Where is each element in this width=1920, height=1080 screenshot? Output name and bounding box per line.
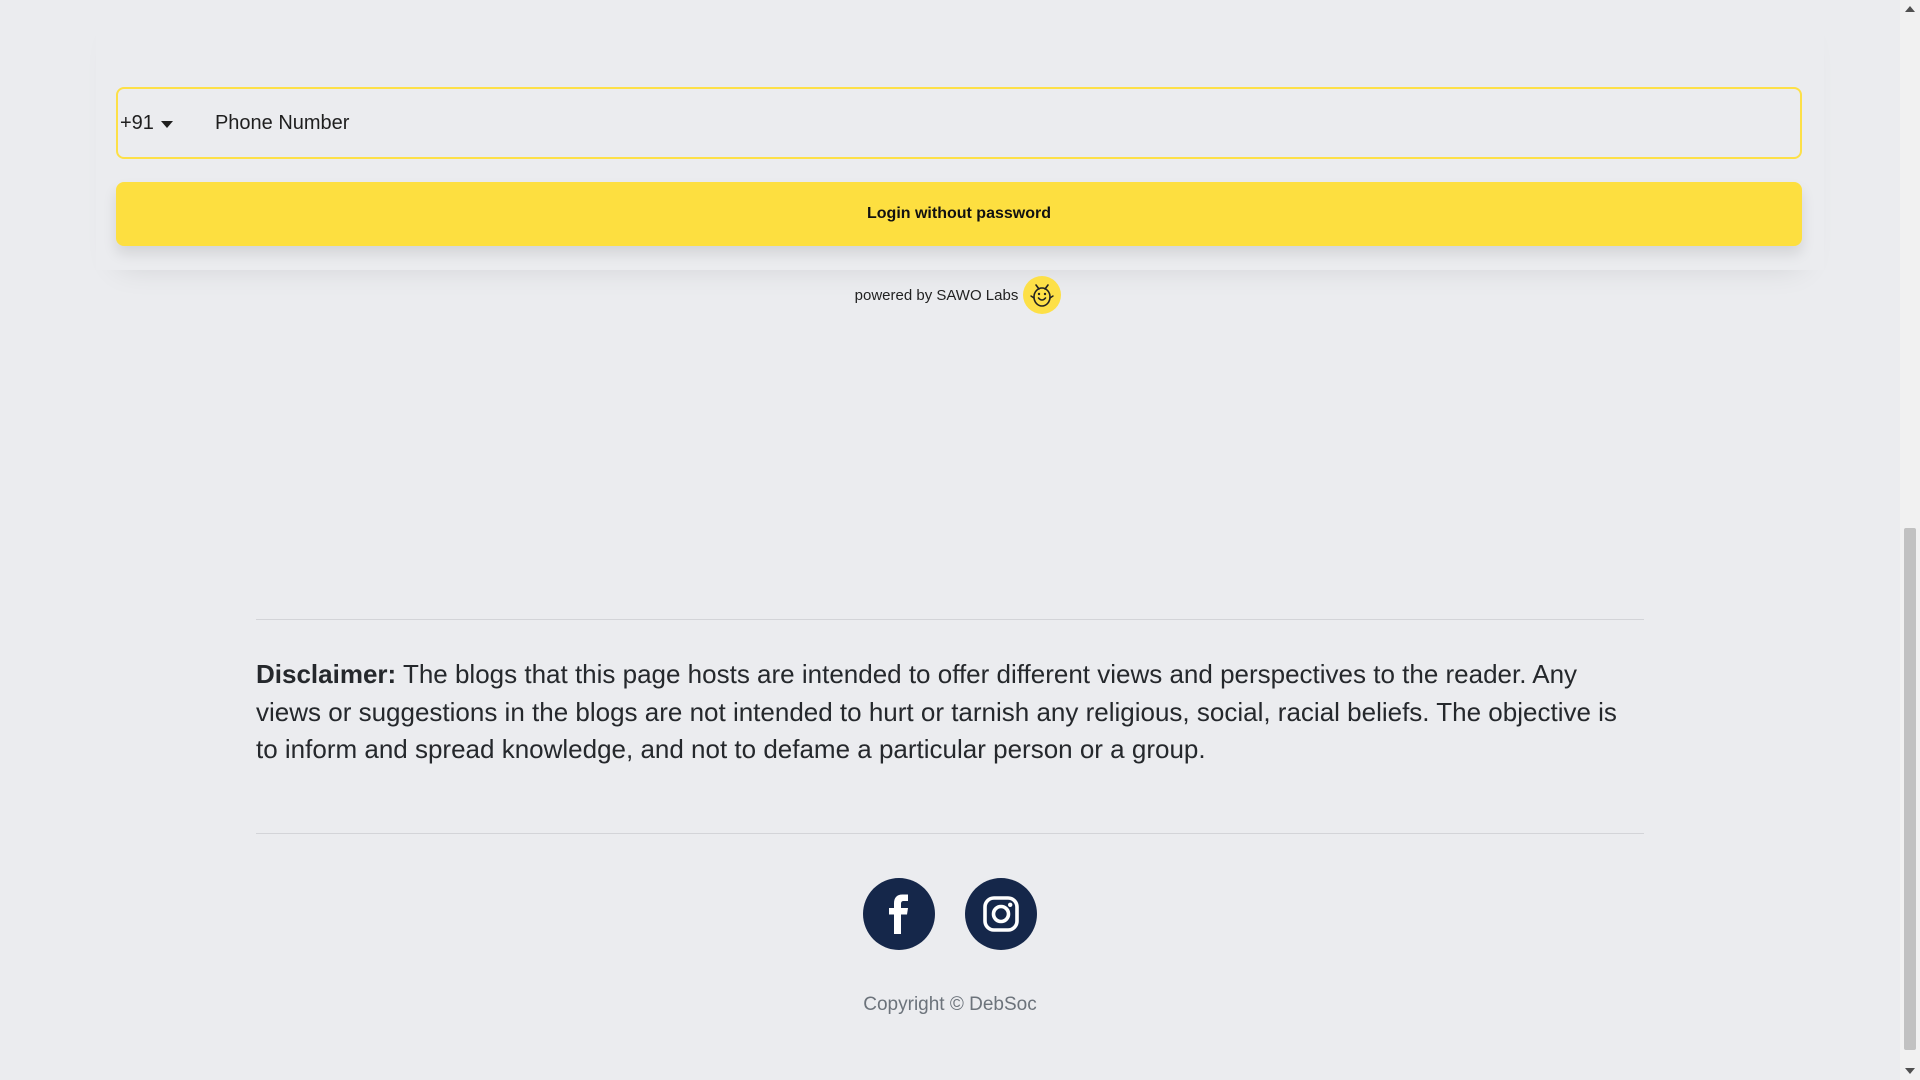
login-without-password-button[interactable]: Login without password — [116, 182, 1802, 246]
scrollbar-thumb[interactable] — [1904, 528, 1916, 1050]
scroll-up-arrow-icon[interactable] — [1905, 6, 1915, 12]
social-links — [0, 878, 1900, 950]
powered-by: powered by SAWO Labs — [0, 276, 1920, 314]
disclaimer-text: The blogs that this page hosts are inten… — [256, 659, 1617, 764]
facebook-icon — [889, 894, 908, 934]
instagram-icon — [983, 896, 1019, 932]
phone-number-input[interactable] — [212, 88, 1800, 158]
country-code-value: +91 — [120, 111, 154, 134]
instagram-link[interactable] — [965, 878, 1037, 950]
sawo-bee-logo-icon — [1023, 276, 1062, 314]
disclaimer: Disclaimer: The blogs that this page hos… — [256, 656, 1644, 769]
facebook-link[interactable] — [863, 878, 935, 950]
country-code-select[interactable]: +91 — [120, 112, 173, 135]
phone-field: +91 — [116, 87, 1802, 159]
copyright: Copyright © DebSoc — [863, 994, 1037, 1015]
top-divider — [256, 619, 1644, 620]
vertical-scrollbar[interactable] — [1900, 0, 1920, 1080]
powered-by-text: powered by SAWO Labs — [854, 286, 1019, 304]
scroll-down-arrow-icon[interactable] — [1905, 1068, 1915, 1074]
page: +91 Login without password powered by SA… — [0, 0, 1920, 1080]
bottom-divider — [256, 833, 1644, 834]
disclaimer-label: Disclaimer: — [256, 659, 397, 689]
caret-down-icon — [160, 120, 173, 128]
